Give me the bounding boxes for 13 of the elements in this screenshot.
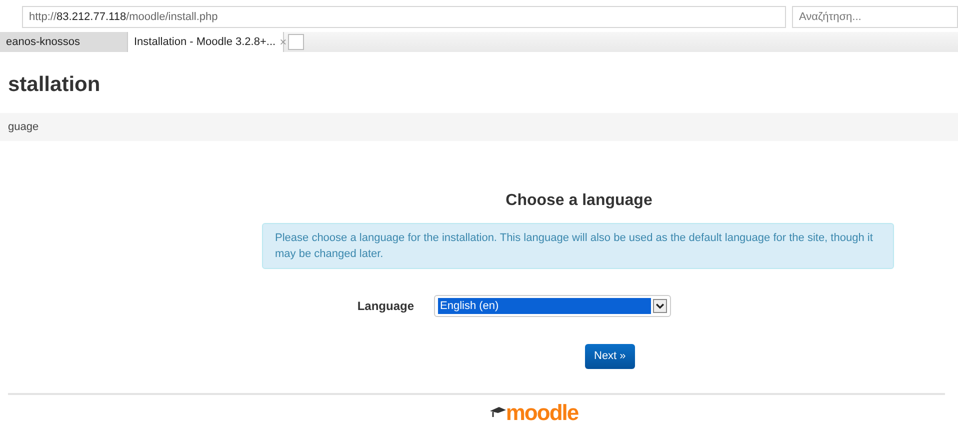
section-title: Choose a language	[506, 192, 652, 209]
page-heading: stallation	[8, 72, 102, 98]
browser-tab[interactable]: Installation - Moodle 3.2.8+... ×	[128, 32, 284, 52]
address-bar[interactable]: http://83.212.77.118/moodle/install.php	[22, 6, 786, 28]
browser-tab[interactable]: eanos-knossos	[0, 32, 128, 52]
url-text: http://83.212.77.118/moodle/install.php	[29, 10, 218, 25]
search-field[interactable]: Αναζήτηση...	[792, 6, 958, 28]
language-select[interactable]: English (en)	[434, 295, 671, 317]
next-button[interactable]: Next »	[585, 344, 635, 368]
breadcrumb-text: guage	[8, 121, 39, 133]
info-alert: Please choose a language for the installation. This language will also be used as the default language for the site, though it may be changed later.	[262, 223, 894, 269]
field-label: Language	[356, 298, 414, 315]
logo: moodle	[506, 400, 578, 424]
